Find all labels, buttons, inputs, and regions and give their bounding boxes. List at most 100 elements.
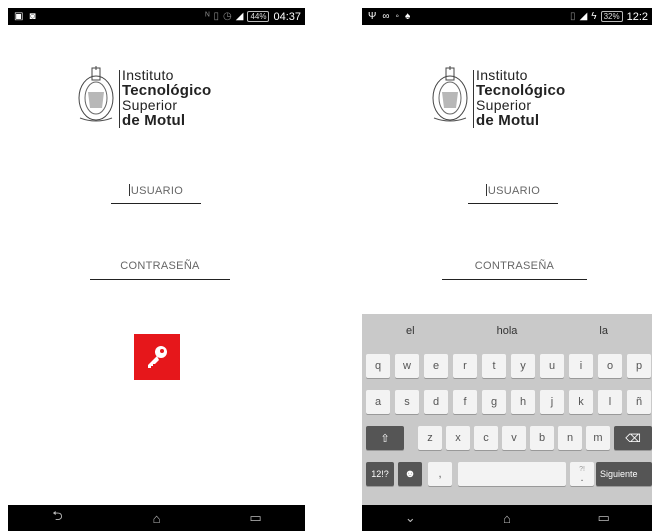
key[interactable]: b	[530, 426, 554, 450]
battery-indicator: 44%	[247, 11, 270, 22]
signal-icon: ◢	[235, 10, 244, 22]
voicemail-icon: ∞	[382, 10, 390, 22]
logo-text: Instituto Tecnológico Superior de Motul	[122, 67, 212, 129]
key[interactable]: t	[482, 354, 506, 378]
username-placeholder: USUARIO	[487, 185, 541, 197]
notification-icon: ▣	[14, 10, 24, 22]
back-icon[interactable]: ⮌	[38, 507, 78, 529]
vibrate-icon: ▯	[213, 11, 220, 22]
login-screen-keyboard: Ψ ∞ ◦ ♠ ▯ ◢ ϟ 32% 12:2 Instituto Tecnoló…	[362, 8, 652, 531]
password-placeholder: CONTRASEÑA	[120, 260, 200, 272]
crest-icon	[78, 66, 114, 122]
key[interactable]: l	[598, 390, 622, 414]
key[interactable]: v	[502, 426, 526, 450]
status-bar: Ψ ∞ ◦ ♠ ▯ ◢ ϟ 32% 12:2	[362, 8, 652, 25]
key[interactable]: s	[395, 390, 419, 414]
recents-icon[interactable]: ▭	[236, 510, 276, 526]
signal-icon: ◢	[579, 10, 588, 22]
login-button[interactable]	[134, 334, 180, 380]
key[interactable]: j	[540, 390, 564, 414]
key[interactable]: p	[627, 354, 651, 378]
smiley-icon: ☻	[404, 468, 416, 480]
keyboard-row-1: q w e r t y u i o p	[362, 354, 652, 380]
key[interactable]: m	[586, 426, 610, 450]
period-key[interactable]: ?! .	[570, 462, 594, 486]
comma-key[interactable]: ,	[428, 462, 452, 486]
shift-key[interactable]: ⇧	[366, 426, 404, 450]
usb-icon: Ψ	[368, 10, 377, 22]
logo-line-3: Superior	[122, 97, 178, 113]
key[interactable]: w	[395, 354, 419, 378]
key[interactable]: i	[569, 354, 593, 378]
symbols-key[interactable]: 12!?	[366, 462, 394, 486]
logo-line-2: Tecnológico	[122, 82, 212, 99]
suggestion-strip: el hola la	[362, 314, 652, 348]
key[interactable]: x	[446, 426, 470, 450]
key[interactable]: d	[424, 390, 448, 414]
key[interactable]: q	[366, 354, 390, 378]
vibrate-icon: ▯	[570, 11, 576, 22]
logo-line-4: de Motul	[476, 112, 540, 129]
key[interactable]: k	[569, 390, 593, 414]
backspace-icon: ⌫	[625, 432, 641, 445]
space-key[interactable]	[458, 462, 566, 486]
crest-icon	[432, 66, 468, 122]
recents-icon[interactable]: ▭	[584, 510, 624, 526]
password-input[interactable]: CONTRASEÑA	[442, 260, 587, 280]
suggestion-item[interactable]: el	[362, 325, 459, 337]
android-icon: ♠	[405, 10, 411, 22]
suggestion-item[interactable]: la	[555, 325, 652, 337]
password-underline	[90, 279, 230, 280]
emoji-key[interactable]: ☻	[398, 462, 422, 486]
backspace-key[interactable]: ⌫	[614, 426, 652, 450]
key[interactable]: z	[418, 426, 442, 450]
login-screen-default: ▣ ◙ ᴺ ▯ ◷ ◢ 44% 04:37 Instituto Tecnológ…	[8, 8, 305, 531]
key[interactable]: u	[540, 354, 564, 378]
keyboard-row-2: a s d f g h j k l ñ	[362, 390, 652, 416]
institution-logo: Instituto Tecnológico Superior de Motul	[362, 60, 652, 132]
username-underline	[111, 203, 201, 204]
key[interactable]: f	[453, 390, 477, 414]
key[interactable]: h	[511, 390, 535, 414]
institution-logo: Instituto Tecnológico Superior de Motul	[8, 60, 305, 132]
key[interactable]: e	[424, 354, 448, 378]
key-icon	[148, 346, 167, 368]
bag-icon: ◙	[29, 10, 36, 22]
logo-line-4: de Motul	[122, 112, 186, 129]
username-underline	[468, 203, 558, 204]
logo-line-3: Superior	[476, 97, 532, 113]
key[interactable]: o	[598, 354, 622, 378]
keyboard-row-3: ⇧ z x c v b n m ⌫	[362, 426, 652, 452]
status-time: 04:37	[273, 10, 301, 23]
password-input[interactable]: CONTRASEÑA	[90, 260, 230, 280]
key[interactable]: a	[366, 390, 390, 414]
down-icon[interactable]: ⌄	[390, 510, 430, 526]
logo-line-1: Instituto	[122, 67, 174, 83]
password-placeholder: CONTRASEÑA	[474, 260, 555, 272]
logo-line-2: Tecnológico	[476, 82, 566, 99]
charging-icon: ϟ	[591, 10, 597, 22]
key[interactable]: ñ	[627, 390, 651, 414]
key[interactable]: r	[453, 354, 477, 378]
logo-divider	[119, 70, 120, 128]
next-key[interactable]: Siguiente	[596, 462, 652, 486]
text-cursor	[485, 184, 487, 196]
keyboard-row-4: 12!? ☻ , ?! . Siguiente	[362, 462, 652, 488]
home-icon[interactable]: ⌂	[487, 511, 527, 526]
username-input[interactable]: USUARIO	[111, 184, 201, 204]
password-underline	[442, 279, 587, 280]
status-time: 12:2	[626, 10, 648, 23]
key[interactable]: y	[511, 354, 535, 378]
location-icon: ◦	[395, 10, 400, 22]
key[interactable]: c	[474, 426, 498, 450]
key[interactable]: n	[558, 426, 582, 450]
battery-indicator: 32%	[600, 11, 623, 22]
navigation-bar: ⮌ ⌂ ▭	[8, 505, 305, 531]
suggestion-item[interactable]: hola	[459, 325, 556, 337]
nfc-icon: ᴺ	[205, 11, 210, 22]
home-icon[interactable]: ⌂	[137, 511, 177, 526]
username-placeholder: USUARIO	[130, 185, 184, 197]
key[interactable]: g	[482, 390, 506, 414]
username-input[interactable]: USUARIO	[468, 184, 558, 204]
status-bar: ▣ ◙ ᴺ ▯ ◷ ◢ 44% 04:37	[8, 8, 305, 25]
